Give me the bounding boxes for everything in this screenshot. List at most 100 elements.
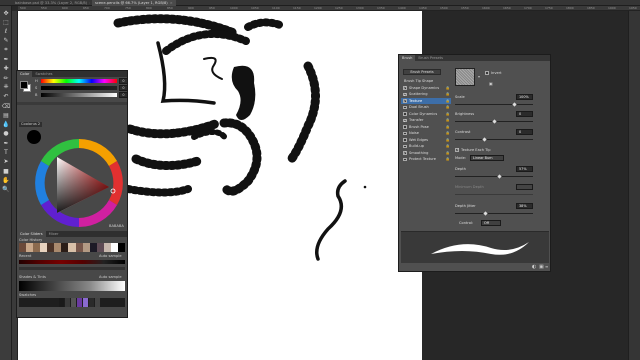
swatch-cell[interactable] (77, 298, 82, 307)
brush-setting-protect-texture[interactable]: Protect Texture 🔒 (401, 156, 451, 163)
swatch-cell[interactable] (83, 298, 88, 307)
brightness-slider-thumb[interactable] (492, 118, 497, 124)
color-wheel[interactable] (29, 131, 129, 231)
brightness-value[interactable]: 0 (119, 92, 128, 98)
history-swatch[interactable] (103, 243, 111, 252)
history-swatch[interactable] (117, 243, 125, 252)
depth-jitter-slider[interactable] (455, 213, 533, 214)
history-swatch[interactable] (54, 243, 62, 252)
scale-value[interactable]: 100% (516, 94, 533, 100)
depth-slider-thumb[interactable] (497, 173, 502, 179)
history-swatch[interactable] (110, 243, 118, 252)
saturation-slider[interactable] (41, 86, 117, 90)
history-swatch[interactable] (33, 243, 41, 252)
brush-setting-checkbox[interactable] (403, 125, 407, 129)
brush-setting-checkbox[interactable] (403, 157, 407, 161)
contrast-slider[interactable] (455, 139, 533, 140)
tab-color[interactable]: Color (17, 71, 33, 77)
history-swatch[interactable] (89, 243, 97, 252)
depth-jitter-value[interactable]: 38% (516, 203, 533, 209)
pen-tool-icon[interactable]: ✒ (2, 139, 10, 147)
history-swatch[interactable] (19, 243, 27, 252)
history-brush-tool-icon[interactable]: ↶ (2, 93, 10, 101)
quick-select-tool-icon[interactable]: ✎ (2, 37, 10, 45)
shades-gradient[interactable] (19, 281, 125, 291)
brush-setting-checkbox[interactable] (403, 112, 407, 116)
gradient-tool-icon[interactable]: ▤ (2, 111, 10, 119)
brush-presets-button[interactable]: Brush Presets (403, 69, 441, 75)
history-swatch[interactable] (26, 243, 34, 252)
history-swatch[interactable] (82, 243, 90, 252)
marquee-tool-icon[interactable]: ⬚ (2, 18, 10, 26)
crop-tool-icon[interactable]: ⌗ (2, 46, 10, 54)
lock-icon[interactable]: 🔒 (446, 156, 450, 163)
brush-setting-checkbox[interactable] (403, 131, 407, 135)
swatch-cell[interactable] (59, 298, 64, 307)
mode-dropdown[interactable]: Linear Burn (470, 155, 504, 161)
brush-setting-checkbox[interactable] (403, 92, 407, 97)
tab-swatches[interactable]: Swatches (32, 71, 55, 77)
collapsed-panel-dock[interactable] (628, 11, 640, 360)
depth-jitter-slider-thumb[interactable] (483, 210, 488, 216)
saturation-value[interactable]: 0 (119, 85, 128, 91)
zoom-tool-icon[interactable]: 🔍 (2, 186, 10, 194)
brush-setting-checkbox[interactable] (403, 118, 407, 123)
history-swatch[interactable] (96, 243, 104, 252)
healing-brush-tool-icon[interactable]: ✚ (2, 65, 10, 73)
foreground-swatch[interactable] (20, 81, 28, 89)
swatch-row[interactable] (19, 298, 125, 307)
scale-slider-thumb[interactable] (512, 101, 517, 107)
recent-auto-sample[interactable]: Auto sample (99, 254, 122, 258)
recent-gradient[interactable] (19, 260, 125, 264)
shape-tool-icon[interactable]: ■ (2, 167, 10, 175)
contrast-slider-thumb[interactable] (482, 136, 487, 142)
create-new-brush-icon[interactable]: ▣ (539, 264, 544, 270)
swatch-cell[interactable] (95, 298, 100, 307)
pattern-dropdown-icon[interactable]: ▾ (478, 74, 480, 79)
invert-checkbox[interactable] (485, 71, 489, 75)
tab-mixer[interactable]: Mixer (46, 231, 62, 237)
brush-setting-checkbox[interactable] (403, 144, 407, 148)
eyedropper-tool-icon[interactable]: ✒ (2, 56, 10, 64)
brush-setting-checkbox[interactable] (403, 98, 407, 104)
shades-auto-sample[interactable]: Auto sample (99, 275, 122, 279)
contrast-value[interactable]: 0 (516, 129, 533, 135)
recent-track[interactable] (19, 267, 125, 270)
swatch-cell[interactable] (65, 298, 70, 307)
color-history-swatches[interactable] (19, 243, 125, 252)
path-select-tool-icon[interactable]: ➤ (2, 158, 10, 166)
clone-stamp-tool-icon[interactable]: ⎈ (2, 83, 10, 91)
lasso-tool-icon[interactable]: ℓ (2, 28, 10, 36)
history-swatch[interactable] (40, 243, 48, 252)
close-icon[interactable]: × (89, 1, 90, 5)
tab-color-sliders[interactable]: Color Sliders (17, 231, 46, 237)
texture-pattern-thumbnail[interactable] (455, 68, 475, 86)
blur-tool-icon[interactable]: 💧 (2, 121, 10, 129)
tab-brush[interactable]: Brush (399, 55, 416, 61)
depth-value[interactable]: 57% (516, 166, 533, 172)
eraser-tool-icon[interactable]: ⌫ (2, 102, 10, 110)
depth-slider[interactable] (455, 176, 533, 177)
brush-setting-checkbox[interactable] (403, 150, 407, 156)
hue-slider[interactable] (41, 79, 117, 83)
brush-setting-checkbox[interactable] (403, 138, 407, 142)
history-swatch[interactable] (61, 243, 69, 252)
brush-tool-icon[interactable]: ✏ (2, 74, 10, 82)
texture-each-tip-checkbox[interactable]: ✓ (455, 148, 459, 152)
dodge-tool-icon[interactable]: ● (2, 130, 10, 138)
brush-panel-menu-icon[interactable]: ≡ (545, 264, 548, 269)
swatch-cell[interactable] (89, 298, 94, 307)
brush-setting-checkbox[interactable] (403, 85, 407, 91)
close-icon[interactable]: × (170, 1, 173, 5)
move-tool-icon[interactable]: ✥ (2, 9, 10, 17)
brightness-value[interactable]: 0 (516, 111, 533, 117)
brightness-slider[interactable] (41, 93, 117, 97)
history-swatch[interactable] (68, 243, 76, 252)
control-dropdown[interactable]: Off (481, 220, 501, 226)
hue-value[interactable]: 0 (119, 78, 128, 84)
new-preset-icon[interactable]: ▣ (489, 81, 493, 86)
hand-tool-icon[interactable]: ✋ (2, 176, 10, 184)
history-swatch[interactable] (75, 243, 83, 252)
brush-setting-checkbox[interactable] (403, 105, 407, 109)
swatch-cell[interactable] (71, 298, 76, 307)
